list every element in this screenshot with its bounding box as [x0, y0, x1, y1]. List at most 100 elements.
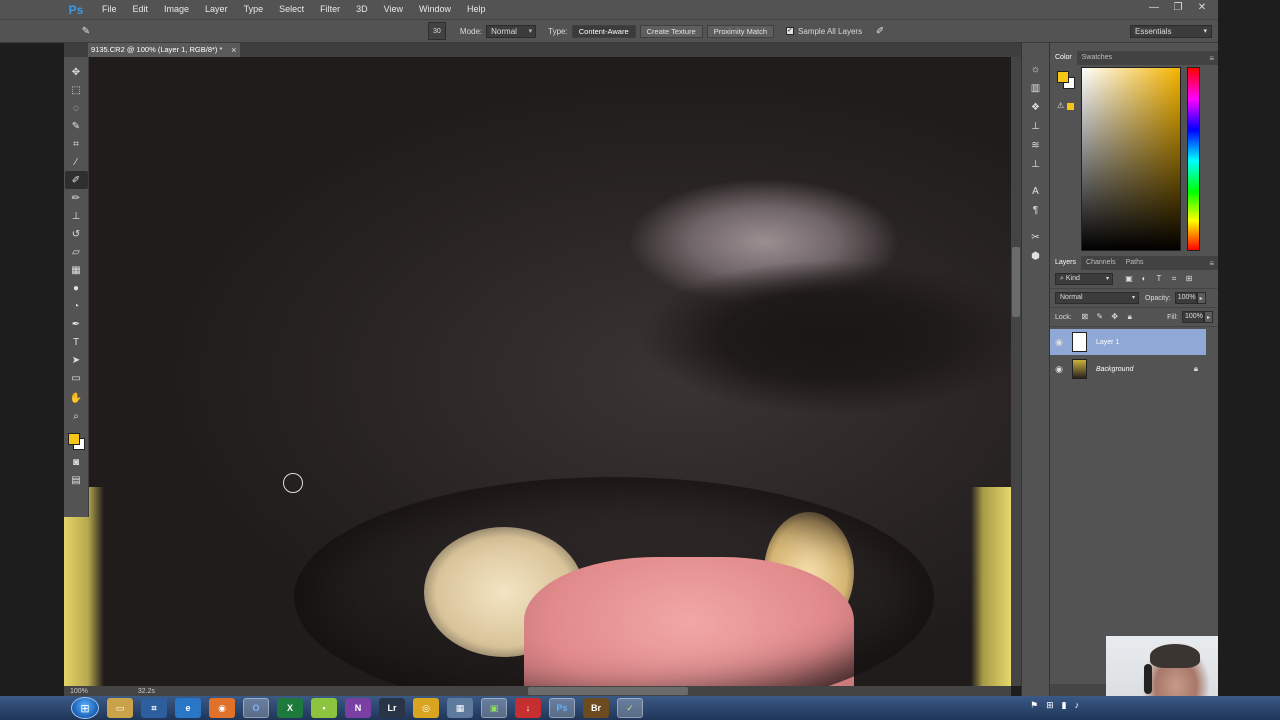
firefox-taskbar-icon[interactable]: ◉	[209, 698, 235, 718]
blend-mode-select[interactable]: Normal	[1055, 292, 1139, 304]
tab-layers[interactable]: Layers	[1050, 256, 1082, 270]
rectangle-tool-icon[interactable]: ▭	[65, 369, 88, 387]
excel-taskbar-icon[interactable]: X	[277, 698, 303, 718]
menu-window[interactable]: Window	[411, 0, 459, 19]
lightroom-taskbar-icon[interactable]: Lr	[379, 698, 405, 718]
clone-stamp-tool-icon[interactable]: ⊥	[65, 207, 88, 225]
start-button-icon[interactable]: ⊞	[71, 697, 99, 719]
menu-edit[interactable]: Edit	[125, 0, 157, 19]
lock-all-icon[interactable]: 🔒︎	[1124, 311, 1136, 323]
layers-panel-menu-icon[interactable]: ≡	[1209, 259, 1214, 268]
tab-color[interactable]: Color	[1050, 51, 1077, 65]
menu-layer[interactable]: Layer	[197, 0, 236, 19]
styles-icon[interactable]: ❖	[1023, 99, 1048, 116]
screen-mode-icon[interactable]: ▤	[65, 471, 88, 489]
type-content-aware-button[interactable]: Content-Aware	[571, 24, 636, 38]
color-panel-menu-icon[interactable]: ≡	[1209, 54, 1214, 63]
menu-image[interactable]: Image	[156, 0, 197, 19]
tab-channels[interactable]: Channels	[1081, 256, 1121, 270]
tab-paths[interactable]: Paths	[1121, 256, 1149, 270]
menu-3d[interactable]: 3D	[348, 0, 376, 19]
3d-icon[interactable]: ⬢	[1023, 248, 1048, 265]
color-panel-foreground-swatch[interactable]	[1057, 71, 1069, 83]
canvas-horizontal-scrollbar[interactable]	[238, 686, 1011, 696]
background-visibility-eye-icon[interactable]: ◉	[1050, 364, 1068, 375]
gamut-swatch[interactable]	[1067, 103, 1074, 110]
menu-filter[interactable]: Filter	[312, 0, 348, 19]
lock-position-icon[interactable]: ✥	[1109, 311, 1121, 323]
ie-taskbar-icon[interactable]: e	[175, 698, 201, 718]
lock-transparent-icon[interactable]: ⊠	[1079, 311, 1091, 323]
tray-volume-icon[interactable]: ♪	[1075, 700, 1080, 711]
layer-row-layer-1[interactable]: ◉ Layer 1	[1050, 329, 1206, 355]
download-taskbar-icon[interactable]: ↓	[515, 698, 541, 718]
brush-size-preview[interactable]: 30	[427, 22, 446, 40]
photoshop-taskbar-icon[interactable]: Ps	[549, 698, 575, 718]
close-button[interactable]: ✕	[1192, 1, 1212, 15]
menu-help[interactable]: Help	[459, 0, 494, 19]
dodge-tool-icon[interactable]: ◔	[65, 297, 88, 315]
adjustments-icon[interactable]: ☼	[1023, 61, 1048, 78]
minimize-button[interactable]: —	[1144, 1, 1164, 15]
character-icon[interactable]: A	[1023, 183, 1048, 200]
network-taskbar-icon[interactable]: ⌗	[141, 698, 167, 718]
spot-healing-brush-icon[interactable]: ✎	[78, 22, 94, 40]
mode-select[interactable]: Normal	[486, 24, 537, 38]
eraser-tool-icon[interactable]: ▱	[65, 243, 88, 261]
document-tab[interactable]: 9135.CR2 @ 100% (Layer 1, RGB/8*) * ×	[88, 43, 241, 57]
image-canvas[interactable]	[64, 57, 1011, 686]
layer-kind-filter[interactable]: ⌕ Kind	[1055, 273, 1113, 285]
green-app-taskbar-icon[interactable]: ▪	[311, 698, 337, 718]
menu-file[interactable]: File	[94, 0, 125, 19]
outlook-taskbar-icon[interactable]: O	[243, 698, 269, 718]
menu-type[interactable]: Type	[236, 0, 272, 19]
hand-tool-icon[interactable]: ✋	[65, 389, 88, 407]
canvas-vertical-scrollbar[interactable]	[1011, 57, 1021, 686]
clone-source-icon[interactable]: ⊥	[1023, 118, 1048, 135]
tray-windows-icon[interactable]: ⊞	[1046, 700, 1054, 711]
crop-tool-icon[interactable]: ⌗	[65, 135, 88, 153]
lasso-tool-icon[interactable]: ◌	[65, 99, 88, 117]
vertical-scroll-thumb[interactable]	[1012, 247, 1020, 317]
grid-app-taskbar-icon[interactable]: ▦	[447, 698, 473, 718]
pressure-brush-icon[interactable]: ✐	[872, 22, 888, 40]
fill-dropdown-icon[interactable]: ▸	[1204, 311, 1213, 323]
marquee-tool-icon[interactable]: ⬚	[65, 81, 88, 99]
check-app-taskbar-icon[interactable]: ✓	[617, 698, 643, 718]
restore-button[interactable]: ❐	[1168, 1, 1188, 15]
bridge-taskbar-icon[interactable]: Br	[583, 698, 609, 718]
chrome-taskbar-icon[interactable]: ◎	[413, 698, 439, 718]
quick-selection-tool-icon[interactable]: ✎	[65, 117, 88, 135]
filter-shape-icon[interactable]: ⌗	[1168, 273, 1180, 285]
workspace-select[interactable]: Essentials	[1130, 25, 1212, 38]
hue-spectrum-slider[interactable]	[1187, 67, 1200, 251]
tool-presets-icon[interactable]: ⊥	[1023, 156, 1048, 173]
quick-mask-icon[interactable]: ◙	[65, 453, 88, 471]
tools-icon[interactable]: ✂	[1023, 229, 1048, 246]
history-brush-tool-icon[interactable]: ↺	[65, 225, 88, 243]
spot-healing-tool-icon[interactable]: ✐	[64, 171, 88, 189]
layer-row-background[interactable]: ◉ Background 🔒︎	[1050, 356, 1206, 382]
filter-type-icon[interactable]: T	[1153, 273, 1165, 285]
foreground-color-swatch[interactable]	[67, 433, 80, 445]
type-proximity-match-button[interactable]: Proximity Match	[706, 24, 775, 38]
camtasia-taskbar-icon[interactable]: ▣	[481, 698, 507, 718]
fill-input[interactable]: 100%	[1182, 311, 1204, 323]
histogram-icon[interactable]: ▥	[1023, 80, 1048, 97]
opacity-input[interactable]: 100%	[1174, 292, 1197, 304]
tray-network-icon[interactable]: ▮	[1062, 700, 1067, 711]
explorer-taskbar-icon[interactable]: ▭	[107, 698, 133, 718]
path-selection-tool-icon[interactable]: ➤	[65, 351, 88, 369]
onenote-taskbar-icon[interactable]: N	[345, 698, 371, 718]
filter-adjustment-icon[interactable]: ◐	[1138, 273, 1150, 285]
lock-pixels-icon[interactable]: ✎	[1094, 311, 1106, 323]
layer-visibility-eye-icon[interactable]: ◉	[1050, 337, 1068, 348]
color-picker-field[interactable]	[1081, 67, 1181, 251]
brush-tool-icon[interactable]: ✏	[65, 189, 88, 207]
paragraph-icon[interactable]: ¶	[1023, 202, 1048, 219]
blur-tool-icon[interactable]: ●	[65, 279, 88, 297]
sample-all-layers-checkbox[interactable]: ✓	[786, 27, 795, 35]
tray-flag-icon[interactable]: ⚑	[1030, 700, 1038, 711]
tab-swatches[interactable]: Swatches	[1077, 51, 1117, 65]
menu-select[interactable]: Select	[271, 0, 312, 19]
